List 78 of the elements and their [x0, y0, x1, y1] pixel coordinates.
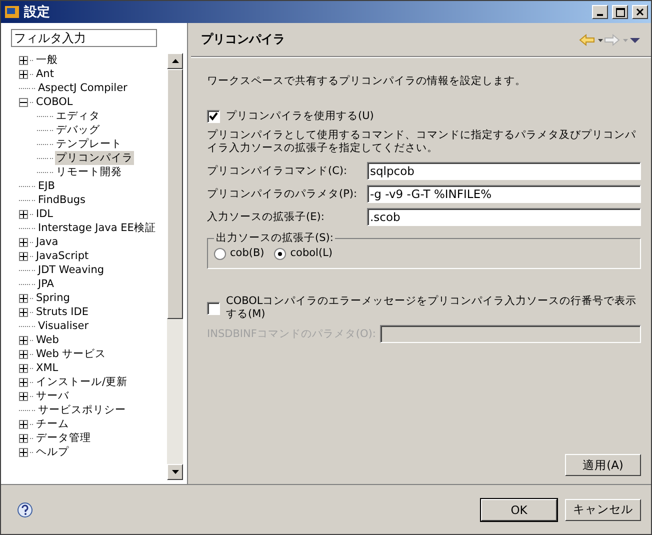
expander-icon[interactable] [19, 70, 28, 78]
tree-item[interactable]: テンプレート [55, 137, 123, 151]
tree-item[interactable]: エディタ [55, 109, 101, 123]
scrollbar[interactable] [167, 53, 183, 480]
filter-field[interactable]: フィルタ入力 [11, 29, 157, 47]
tree-item[interactable]: Struts IDE [35, 306, 90, 318]
description-text: ワークスペースで共有するプリコンパイラの情報を設定します。 [207, 75, 527, 88]
expander-icon[interactable] [19, 448, 28, 456]
expander-icon[interactable] [19, 434, 28, 442]
dialog-button[interactable]: OK [481, 498, 557, 520]
tree-item[interactable]: IDL [35, 208, 54, 220]
field-label: プリコンパイラコマンド(C): [207, 164, 348, 178]
expander-icon[interactable] [19, 238, 28, 246]
tree-item[interactable]: データ管理 [35, 431, 92, 445]
input-field[interactable]: -g -v9 -G-T %INFILE% [367, 185, 641, 203]
tree-item[interactable]: リモート開発 [55, 165, 123, 179]
close-icon [636, 8, 644, 16]
tree-item[interactable]: チーム [35, 417, 70, 431]
tree-item[interactable]: プリコンパイラ [55, 151, 134, 165]
tree-item[interactable]: サーバ [35, 389, 70, 403]
tree-item[interactable]: JPA [37, 278, 55, 290]
tree-item[interactable]: EJB [37, 180, 56, 192]
expander-icon[interactable] [19, 308, 28, 316]
expander-icon[interactable] [19, 378, 28, 386]
checkbox[interactable] [207, 110, 220, 123]
help-icon[interactable] [17, 502, 33, 518]
radio-label: cob(B) [230, 247, 264, 260]
checkbox-label: プリコンパイラを使用する(U) [226, 110, 374, 123]
tree-item[interactable]: Web [35, 334, 60, 346]
tree-item[interactable]: ヘルプ [35, 445, 70, 459]
up-arrow-icon [172, 59, 178, 63]
app-icon [4, 4, 20, 20]
down-arrow-icon [172, 470, 178, 474]
tree-item[interactable]: Visualiser [37, 320, 90, 332]
expander-icon[interactable] [19, 98, 28, 106]
tree-item[interactable]: Web サービス [35, 347, 108, 361]
expander-icon[interactable] [19, 294, 28, 302]
radio-button[interactable] [214, 248, 226, 260]
tree-item[interactable]: デバッグ [55, 123, 101, 137]
radio-label: cobol(L) [290, 247, 333, 260]
expander-icon[interactable] [19, 56, 28, 64]
tree-item[interactable]: JavaScript [35, 250, 90, 262]
field-label: 入力ソースの拡張子(E): [207, 210, 326, 224]
apply-button[interactable]: 適用(A) [565, 454, 641, 476]
window-title: 設定 [24, 4, 51, 21]
tree-item[interactable]: XML [35, 362, 60, 374]
expander-icon[interactable] [19, 210, 28, 218]
expander-icon[interactable] [19, 252, 28, 260]
minimize-button[interactable] [592, 5, 608, 19]
tree-item[interactable]: FindBugs [37, 194, 87, 206]
tree-item[interactable]: Spring [35, 292, 71, 304]
expander-icon[interactable] [19, 392, 28, 400]
tree-item[interactable]: COBOL [35, 96, 74, 108]
close-button[interactable] [632, 5, 648, 19]
expander-icon[interactable] [19, 336, 28, 344]
group-label: 出力ソースの拡張子(S): [215, 231, 334, 245]
checkbox[interactable] [207, 302, 220, 314]
tree-item[interactable]: サービスポリシー [37, 403, 127, 417]
page-title: プリコンパイラ [201, 31, 286, 48]
dialog-button[interactable]: キャンセル [565, 498, 641, 520]
input-field[interactable]: .scob [367, 208, 641, 226]
tree-item[interactable]: Ant [35, 68, 55, 80]
tree-item[interactable]: Interstage Java EE検証 [37, 221, 157, 235]
maximize-icon [616, 8, 624, 16]
expander-icon[interactable] [19, 364, 28, 372]
expander-icon[interactable] [19, 420, 28, 428]
tree-item[interactable]: 一般 [35, 53, 59, 67]
instructions-text: プリコンパイラとして使用するコマンド、コマンドに指定するパラメタ及びプリコンパイラ入力ソースの拡張子を指定してください。 [207, 129, 637, 155]
checkbox-label: COBOLコンパイラのエラーメッセージをプリコンパイラ入力ソースの行番号で表示する(M) [226, 295, 638, 321]
input-field[interactable]: sqlpcob [367, 162, 641, 180]
tree-item[interactable]: インストール/更新 [35, 375, 129, 389]
tree-item[interactable]: JDT Weaving [37, 264, 106, 276]
maximize-button[interactable] [612, 5, 628, 19]
radio-button[interactable] [274, 248, 286, 260]
field-label: プリコンパイラのパラメタ(P): [207, 187, 358, 201]
tree-item[interactable]: Java [35, 236, 60, 248]
expander-icon[interactable] [19, 350, 28, 358]
tree-item[interactable]: AspectJ Compiler [37, 82, 128, 94]
